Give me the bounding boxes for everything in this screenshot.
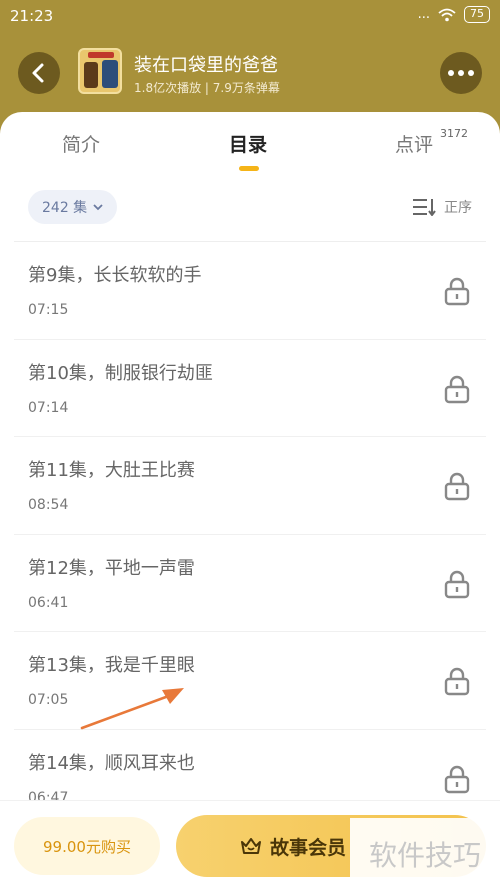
status-bar: 21:23 ... 75 (0, 0, 500, 34)
episode-range-selector[interactable]: 242 集 (28, 190, 118, 224)
more-dot-icon (458, 70, 464, 76)
annotation-arrow-icon (80, 688, 184, 730)
vip-button-label: 故事会员 (270, 836, 347, 859)
lock-icon (444, 375, 470, 403)
episode-title: 第11集，大肚王比赛 (28, 460, 195, 481)
cover-figure-kid (102, 60, 118, 88)
episode-duration: 06:41 (28, 594, 69, 611)
episode-item[interactable]: 第12集，平地一声雷 06:41 (14, 535, 486, 632)
episode-title: 第9集，长长软软的手 (28, 265, 202, 286)
sort-label: 正序 (444, 200, 472, 216)
more-options-button[interactable] (440, 52, 482, 94)
battery-icon: 75 (464, 6, 490, 23)
tab-bar: 简介 目录 点评 3172 (0, 112, 500, 178)
crown-icon (241, 838, 261, 854)
status-time: 21:23 (10, 7, 54, 25)
sort-order-button[interactable]: 正序 (412, 197, 472, 217)
episode-count-label: 242 集 (42, 200, 88, 216)
episode-title: 第10集，制服银行劫匪 (28, 362, 213, 384)
episode-title: 第13集，我是千里眼 (28, 655, 195, 676)
episode-title: 第12集，平地一声雷 (28, 557, 195, 579)
sort-icon (413, 199, 436, 216)
lock-icon (444, 765, 470, 793)
album-title: 装在口袋里的爸爸 (134, 55, 278, 76)
episode-duration: 07:14 (28, 399, 69, 416)
tab-catalog[interactable]: 目录 (229, 130, 267, 157)
lock-icon (444, 277, 470, 306)
album-cover[interactable] (78, 48, 122, 94)
tab-intro[interactable]: 简介 (62, 130, 100, 157)
signal-dots-icon: ... (417, 7, 430, 22)
episode-duration: 07:15 (28, 302, 69, 318)
episode-item[interactable]: 第9集，长长软软的手 07:15 (14, 242, 486, 340)
buy-button[interactable]: 99.00元购买 (14, 817, 160, 875)
episode-duration: 08:54 (28, 497, 69, 513)
tab-reviews[interactable]: 点评 (395, 130, 433, 157)
chevron-left-icon (32, 63, 44, 83)
episode-title: 第14集，顺风耳来也 (28, 752, 195, 774)
lock-icon (444, 472, 470, 501)
status-icons: ... 75 (418, 6, 490, 23)
cover-banner (88, 52, 114, 58)
header: 装在口袋里的爸爸 1.8亿次播放 | 7.9万条弹幕 (0, 34, 500, 112)
lock-icon (444, 667, 470, 696)
chevron-down-icon (93, 204, 103, 211)
episode-item[interactable]: 第10集，制服银行劫匪 07:14 (14, 340, 486, 437)
album-stats: 1.8亿次播放 | 7.9万条弹幕 (134, 81, 280, 95)
back-button[interactable] (18, 52, 60, 94)
watermark: 软件技巧 (350, 818, 500, 889)
cover-figure-dad (84, 62, 98, 88)
more-dot-icon (448, 70, 454, 76)
active-tab-indicator (239, 166, 259, 171)
content-sheet: 简介 目录 点评 3172 242 集 正序 第9集，长长软软的手 07:15 (0, 112, 500, 889)
buy-button-label: 99.00元购买 (43, 837, 131, 856)
lock-icon (444, 570, 470, 598)
episode-list: 第9集，长长软软的手 07:15 第10集，制服银行劫匪 07:14 第11集，… (0, 242, 500, 827)
episode-duration: 07:05 (28, 692, 69, 708)
review-count-badge: 3172 (440, 127, 468, 140)
wifi-icon (438, 8, 456, 21)
more-dot-icon (468, 70, 474, 76)
episode-item[interactable]: 第11集，大肚王比赛 08:54 (14, 437, 486, 535)
